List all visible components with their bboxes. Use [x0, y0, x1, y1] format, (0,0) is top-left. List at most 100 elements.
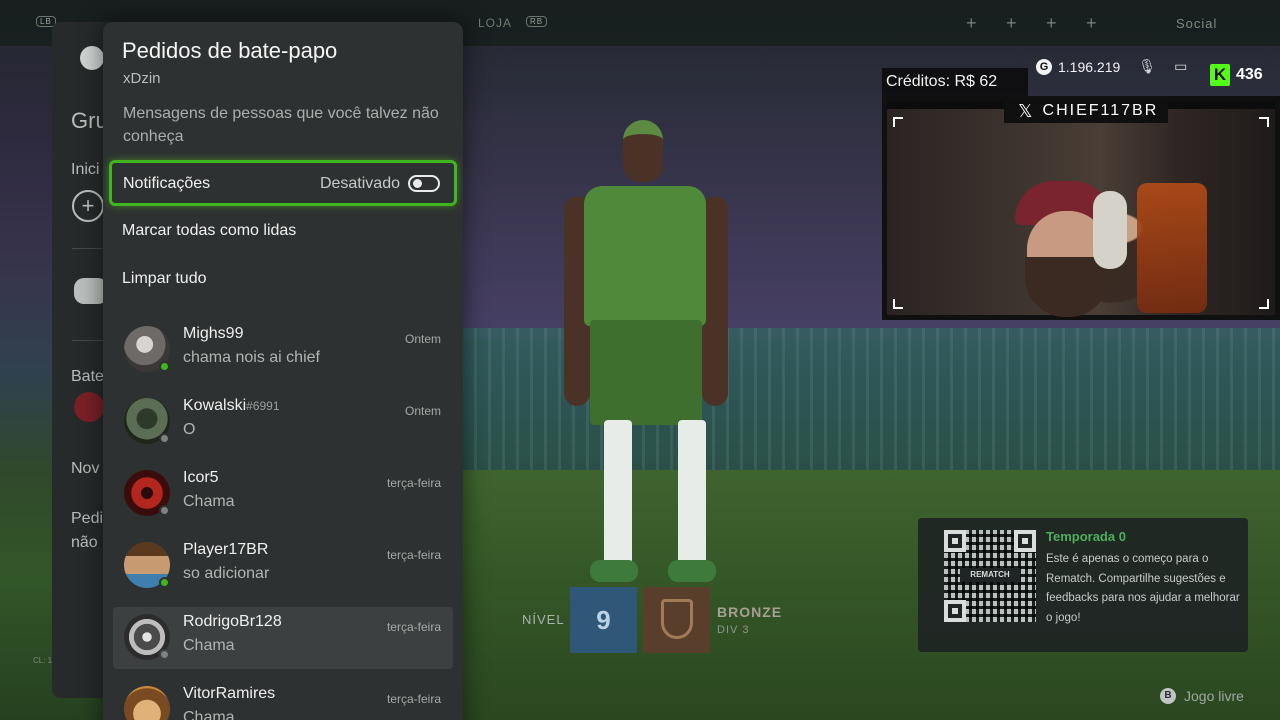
streamer-beard [1025, 257, 1109, 317]
gamerscore-bar: G 1.196.219 🎙 ▭ [1036, 58, 1187, 75]
guide-item[interactable]: Inici [71, 161, 99, 179]
request-sender: RodrigoBr128 [183, 613, 282, 631]
request-time: terça-feira [386, 548, 441, 562]
add-slot-icon[interactable]: + [1006, 13, 1018, 34]
qr-finder [944, 530, 966, 552]
online-status-icon [159, 577, 170, 588]
sender-name: VitorRamires [183, 685, 276, 702]
sender-tag: #6991 [246, 399, 280, 413]
mark-all-read-button[interactable]: Marcar todas como lidas [122, 222, 296, 240]
chat-requests-panel: Pedidos de bate-papo xDzin Mensagens de … [103, 22, 463, 720]
request-message: so adicionar [183, 565, 270, 582]
offline-status-icon [159, 505, 170, 516]
panel-description: Mensagens de pessoas que você talvez não… [123, 105, 439, 145]
clear-all-button[interactable]: Limpar tudo [122, 270, 207, 288]
add-slot-icon[interactable]: + [1086, 13, 1098, 34]
gamerscore-value: 1.196.219 [1058, 58, 1121, 75]
rank-badge [643, 587, 710, 653]
level-label: NÍVEL [522, 612, 565, 627]
viewer-count: 436 [1236, 66, 1263, 83]
mic-muted-icon: 🎙 [1138, 58, 1157, 74]
player-sock [604, 420, 632, 570]
notifications-state: Desativado [319, 175, 400, 192]
add-slot-icon[interactable]: + [1046, 13, 1058, 34]
request-sender: Icor5 [183, 469, 219, 487]
guide-item[interactable]: Nov [71, 460, 99, 478]
add-slot-icon[interactable]: + [966, 13, 978, 34]
sender-name: RodrigoBr128 [183, 613, 282, 630]
request-message: Chama [183, 637, 235, 654]
sender-name: Player17BR [183, 541, 269, 558]
request-sender: Player17BR [183, 541, 268, 559]
season-card: REMATCH Temporada 0 Este é apenas o come… [918, 518, 1248, 652]
x-logo-icon: 𝕏 [1018, 100, 1033, 121]
xbox-logo-icon [80, 46, 104, 70]
chat-request-item[interactable]: Kowalski#6991 O Ontem [113, 391, 453, 453]
offline-status-icon [159, 433, 170, 444]
guide-item[interactable]: Pedi [71, 510, 103, 528]
webcam-overlay: 𝕏 CHIEF117BR [882, 96, 1280, 320]
notifications-toggle-row[interactable]: Notificações Desativado [109, 160, 457, 206]
b-button-icon: B [1160, 688, 1176, 704]
player-sock [678, 420, 706, 570]
kick-viewer-count: K 436 [1210, 64, 1263, 86]
rank-division: DIV 3 [717, 624, 750, 636]
request-sender: Mighs99 [183, 325, 243, 343]
headset [1093, 191, 1127, 269]
sender-name: Kowalski [183, 397, 247, 414]
toggle-knob [413, 179, 422, 188]
free-play-hint[interactable]: B Jogo livre [1160, 688, 1244, 704]
chat-request-item[interactable]: RodrigoBr128 Chama terça-feira [113, 607, 453, 669]
request-time: Ontem [404, 404, 441, 418]
qr-code: REMATCH [944, 530, 1036, 622]
toggle-switch[interactable] [408, 175, 440, 192]
sender-name: Mighs99 [183, 325, 244, 342]
social-link[interactable]: Social [1176, 16, 1217, 31]
player-boot [668, 560, 716, 582]
gamerscore-icon: G [1036, 58, 1052, 75]
chat-request-item[interactable]: VitorRamires Chama terça-feira [113, 679, 453, 720]
player-character [560, 120, 730, 590]
avatar [124, 686, 170, 720]
player-boot [590, 560, 638, 582]
guide-item[interactable]: Bate [71, 368, 104, 386]
avatar [74, 392, 104, 422]
frame-corner [893, 299, 903, 309]
add-icon[interactable]: + [72, 190, 104, 222]
request-time: terça-feira [386, 692, 441, 706]
season-title: Temporada 0 [1046, 529, 1126, 544]
credits-counter: Créditos: R$ 62 [882, 68, 1028, 96]
request-time: terça-feira [386, 476, 441, 490]
request-time: terça-feira [386, 620, 441, 634]
request-message: Chama [183, 709, 235, 720]
player-jersey [584, 186, 706, 326]
player-shorts [590, 320, 702, 425]
request-message: chama nois ai chief [183, 349, 320, 366]
tab-store[interactable]: LOJA [478, 16, 512, 30]
gamertag: xDzin [123, 70, 161, 87]
qr-finder [944, 600, 966, 622]
frame-corner [893, 117, 903, 127]
request-message: Chama [183, 493, 235, 510]
guide-item: não [71, 534, 98, 551]
level-badge: 9 [570, 587, 637, 653]
player-head [623, 120, 663, 182]
chat-request-item[interactable]: Icor5 Chama terça-feira [113, 463, 453, 525]
rb-button-icon: RB [526, 16, 548, 27]
screen: LB LOJA RB + + + + Social Gru Inici + Ba… [0, 0, 1280, 720]
request-time: Ontem [404, 332, 441, 346]
chat-request-item[interactable]: Mighs99 chama nois ai chief Ontem [113, 319, 453, 381]
online-status-icon [159, 361, 170, 372]
build-label: CL: 1 [33, 656, 53, 665]
request-message: O [183, 421, 196, 438]
battery-icon: ▭ [1174, 58, 1188, 74]
chat-request-item[interactable]: Player17BR so adicionar terça-feira [113, 535, 453, 597]
panel-title: Pedidos de bate-papo [122, 38, 338, 63]
request-sender: Kowalski#6991 [183, 397, 280, 415]
rank-shield-icon [661, 599, 693, 639]
qr-label: REMATCH [960, 568, 1020, 582]
qr-finder [1014, 530, 1036, 552]
season-body: Este é apenas o começo para o Rematch. C… [1046, 553, 1240, 624]
rank-name: BRONZE [717, 604, 783, 620]
request-sender: VitorRamires [183, 685, 275, 703]
